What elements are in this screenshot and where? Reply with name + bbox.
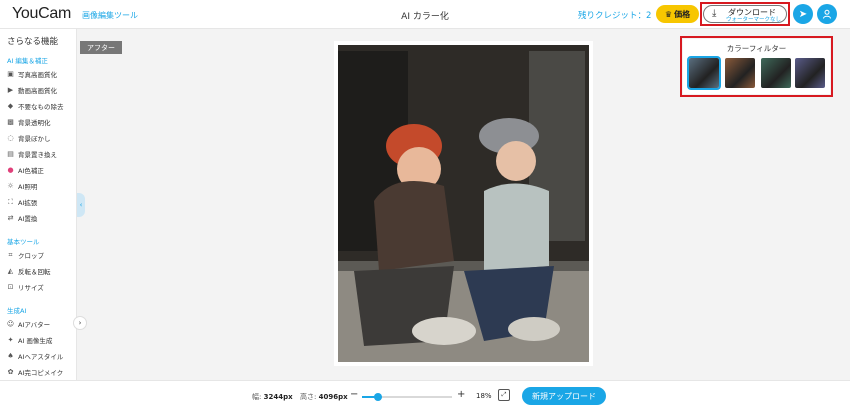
zoom-in-icon[interactable]: +: [457, 389, 465, 400]
sidebar-item-label: 反転＆回転: [18, 268, 51, 276]
flip-icon: ◭: [7, 267, 14, 275]
blur-icon: ◌: [7, 134, 14, 142]
swap-icon: ⇄: [7, 214, 14, 222]
download-button[interactable]: ⤓ ダウンロード ウォーターマークなし: [703, 5, 787, 23]
image-enhance-icon: ▣: [7, 70, 14, 78]
credits-remaining: 残りクレジット：2: [578, 11, 652, 21]
sidebar-item-video-enhance[interactable]: ▶ 動画高画質化: [6, 83, 76, 97]
sidebar-item-label: AIアバター: [18, 321, 51, 329]
zoom-slider-handle[interactable]: [374, 393, 383, 401]
sidebar-item-ai-replace[interactable]: ⇄ AI置換: [6, 211, 76, 225]
chevron-right-icon: ›: [78, 319, 82, 327]
sidebar-item-label: 不要なもの除去: [18, 103, 64, 111]
transparent-bg-icon: ▩: [7, 118, 14, 126]
width-info: 幅: 3244px: [252, 392, 293, 402]
zoom-out-icon[interactable]: −: [350, 389, 358, 400]
sidebar-item-label: AI完コピメイク: [18, 369, 64, 377]
color-filter-panel: カラーフィルター: [683, 39, 830, 94]
sidebar: さらなる機能 AI 編集＆補正 ▣ 写真高画質化 ▶ 動画高画質化 ◆ 不要なもの除去…: [0, 29, 77, 380]
colorized-photo: [334, 41, 593, 366]
width-value: 3244px: [263, 393, 293, 401]
top-header: YouCam 画像編集ツール AI カラー化 残りクレジット：2 ♛ 価格 ⤓ …: [0, 0, 850, 29]
sidebar-item-label: 写真高画質化: [18, 71, 57, 79]
filter-thumb-4[interactable]: [795, 58, 825, 88]
sidebar-title: さらなる機能: [7, 37, 59, 47]
sidebar-item-label: リサイズ: [18, 284, 44, 292]
sidebar-item-bg-replace[interactable]: ▤ 背景置き換え: [6, 147, 76, 161]
sidebar-item-label: AIヘアスタイル: [18, 353, 64, 361]
sidebar-item-ai-expand[interactable]: ⛶ AI拡張: [6, 195, 76, 209]
panel-expand-button[interactable]: ›: [73, 316, 87, 330]
eraser-icon: ◆: [7, 102, 14, 110]
sidebar-item-label: AI照明: [18, 183, 38, 191]
sidebar-item-label: AI色補正: [18, 167, 44, 175]
sidebar-item-label: 背景置き換え: [18, 151, 57, 159]
sidebar-section-basic-tools: 基本ツール: [7, 238, 40, 246]
crop-icon: ⌗: [8, 250, 13, 259]
sidebar-item-label: AI拡張: [18, 199, 38, 207]
send-icon[interactable]: ➤: [793, 4, 813, 24]
sidebar-item-crop[interactable]: ⌗ クロップ: [6, 248, 76, 262]
image-gen-icon: ✦: [7, 336, 14, 344]
avatar-icon: ☺: [6, 320, 15, 328]
zoom-value: 18%: [476, 392, 492, 400]
bottom-toolbar: 幅: 3244px 高さ: 4096px − + 18% ⤢ 新規アップロード: [0, 380, 850, 410]
sidebar-section-ai-edit: AI 編集＆補正: [7, 57, 48, 65]
user-icon[interactable]: [817, 4, 837, 24]
hair-icon: ♠: [7, 352, 14, 360]
sidebar-item-label: AI 画像生成: [18, 337, 53, 345]
app-logo-subtitle: 画像編集ツール: [82, 11, 138, 20]
height-value: 4096px: [318, 393, 348, 401]
after-label: アフター: [80, 41, 122, 54]
sidebar-item-label: 背景透明化: [18, 119, 51, 127]
sidebar-item-bg-transparent[interactable]: ▩ 背景透明化: [6, 115, 76, 129]
sidebar-item-label: 背景ぼかし: [18, 135, 51, 143]
replace-bg-icon: ▤: [7, 150, 14, 158]
download-sublabel: ウォーターマークなし: [726, 17, 782, 23]
height-info: 高さ: 4096px: [300, 392, 348, 402]
filter-thumb-2[interactable]: [725, 58, 755, 88]
sidebar-item-ai-color[interactable]: ● AI色補正: [6, 163, 76, 177]
download-icon: ⤓: [712, 8, 717, 19]
sidebar-item-object-removal[interactable]: ◆ 不要なもの除去: [6, 99, 76, 113]
sidebar-item-ai-makeup[interactable]: ✿ AI完コピメイク: [6, 365, 76, 379]
crown-icon: ♛: [664, 9, 673, 19]
price-label: 価格: [674, 9, 691, 19]
filter-thumb-1[interactable]: [687, 56, 721, 90]
sidebar-item-ai-hairstyle[interactable]: ♠ AIヘアスタイル: [6, 349, 76, 363]
sidebar-item-label: クロップ: [18, 252, 44, 260]
photo-illustration: [334, 41, 593, 366]
price-button[interactable]: ♛ 価格: [656, 5, 699, 23]
light-icon: ☼: [7, 182, 14, 190]
sidebar-section-gen-ai: 生成AI: [7, 307, 27, 315]
color-wheel-icon: ●: [7, 166, 14, 174]
chevron-left-icon: ‹: [79, 201, 83, 209]
resize-icon: ⊡: [7, 283, 14, 291]
fit-screen-icon[interactable]: ⤢: [498, 389, 510, 401]
new-upload-button[interactable]: 新規アップロード: [522, 387, 606, 405]
sidebar-item-ai-avatar[interactable]: ☺ AIアバター: [6, 317, 76, 331]
video-enhance-icon: ▶: [7, 86, 14, 94]
makeup-icon: ✿: [7, 368, 14, 376]
sidebar-item-bg-blur[interactable]: ◌ 背景ぼかし: [6, 131, 76, 145]
sidebar-item-flip-rotate[interactable]: ◭ 反転＆回転: [6, 264, 76, 278]
height-label: 高さ:: [300, 393, 317, 401]
filter-thumb-3[interactable]: [761, 58, 791, 88]
sidebar-collapse-tab[interactable]: ‹: [77, 193, 85, 217]
sidebar-item-ai-light[interactable]: ☼ AI照明: [6, 179, 76, 193]
width-label: 幅:: [252, 393, 262, 401]
sidebar-item-label: AI置換: [18, 215, 38, 223]
sidebar-item-ai-image-gen[interactable]: ✦ AI 画像生成: [6, 333, 76, 347]
sidebar-item-photo-enhance[interactable]: ▣ 写真高画質化: [6, 67, 76, 81]
color-filter-title: カラーフィルター: [726, 44, 787, 53]
sidebar-item-label: 動画高画質化: [18, 87, 57, 95]
zoom-slider[interactable]: [362, 393, 452, 401]
app-logo[interactable]: YouCam: [12, 5, 71, 23]
sidebar-item-resize[interactable]: ⊡ リサイズ: [6, 280, 76, 294]
expand-icon: ⛶: [8, 197, 13, 206]
